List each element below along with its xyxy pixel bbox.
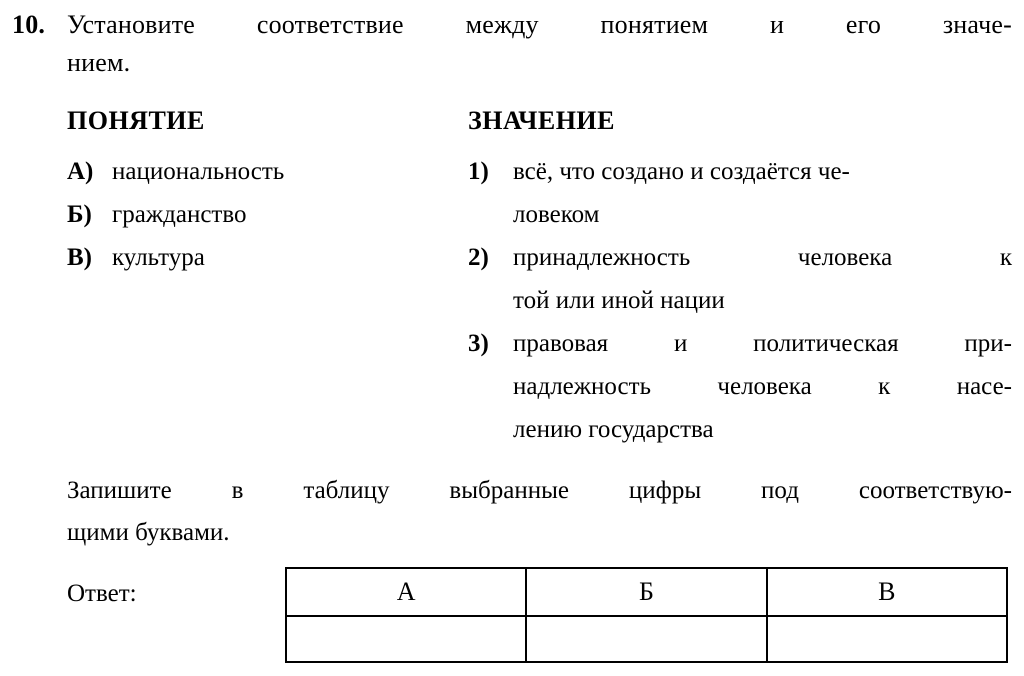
answer-header-b: Б <box>525 567 768 617</box>
meaning-item-1-text: всё, что создано и создаётся че- ловеком <box>513 150 1012 236</box>
meaning-item-1-line-2: ловеком <box>513 201 600 228</box>
answer-table-header-row: А Б В <box>284 567 1009 617</box>
concept-column-heading: ПОНЯТИЕ <box>67 106 205 135</box>
instruction-line-2: щими буквами. <box>67 519 230 546</box>
concept-item-b-marker: Б) <box>67 201 92 228</box>
answer-cell-a[interactable] <box>284 615 528 663</box>
answer-cell-v[interactable] <box>765 615 1009 663</box>
concept-item-v[interactable]: В) культура <box>67 236 468 279</box>
answer-header-a: А <box>284 567 528 617</box>
matching-columns: ПОНЯТИЕ А) национальность Б) гражданство… <box>67 104 1012 451</box>
meaning-item-2[interactable]: 2) принадлежность человека к той или ино… <box>468 236 1012 322</box>
question-stem-row: 10. Установите соответствие между поняти… <box>12 6 1012 82</box>
concept-item-v-marker: В) <box>67 244 92 271</box>
meaning-column-heading: ЗНАЧЕНИЕ <box>468 106 615 135</box>
concept-item-a[interactable]: А) национальность <box>67 150 468 193</box>
question-stem-text: Установите соответствие между понятием и… <box>67 6 1012 82</box>
concept-item-a-marker: А) <box>67 158 94 185</box>
meaning-item-3-text: правовая и политическая при- надлежность… <box>513 322 1012 451</box>
meaning-item-1-line-1: всё, что создано и создаётся че- <box>513 158 850 185</box>
question-number: 10. <box>12 10 46 39</box>
concept-item-a-text: национальность <box>112 158 285 185</box>
meaning-item-3-marker: 3) <box>468 330 489 357</box>
meaning-item-2-line-2: той или иной нации <box>513 287 725 314</box>
meaning-item-3-line-1: правовая и политическая при- <box>513 330 1012 357</box>
answer-table: А Б В <box>284 567 1009 663</box>
concept-item-b-text: гражданство <box>112 201 247 228</box>
concept-item-b[interactable]: Б) гражданство <box>67 193 468 236</box>
question-stem: 10. Установите соответствие между поняти… <box>12 6 1012 82</box>
answer-cell-b[interactable] <box>525 615 768 663</box>
meaning-item-3[interactable]: 3) правовая и политическая при- надлежно… <box>468 322 1012 451</box>
meaning-item-2-marker: 2) <box>468 244 489 271</box>
meaning-column: ЗНАЧЕНИЕ 1) всё, что создано и создаётся… <box>468 104 1012 451</box>
concept-column: ПОНЯТИЕ А) национальность Б) гражданство… <box>67 104 468 451</box>
meaning-item-2-text: принадлежность человека к той или иной н… <box>513 236 1012 322</box>
meaning-item-3-line-3: лению государства <box>513 416 714 443</box>
meaning-item-3-line-2: надлежность человека к насе- <box>513 373 1012 400</box>
answer-header-v: В <box>765 567 1009 617</box>
question-stem-line-2: нием. <box>67 48 131 77</box>
exercise-page: 10. Установите соответствие между поняти… <box>0 0 1024 676</box>
instruction-line-1: Запишите в таблицу выбранные цифры под с… <box>67 477 1012 504</box>
meaning-item-2-line-1: принадлежность человека к <box>513 244 1012 271</box>
answer-table-value-row <box>284 615 1009 663</box>
meaning-item-1[interactable]: 1) всё, что создано и создаётся че- лове… <box>468 150 1012 236</box>
instruction-paragraph: Запишите в таблицу выбранные цифры под с… <box>67 470 1012 554</box>
meaning-item-1-marker: 1) <box>468 158 489 185</box>
concept-item-v-text: культура <box>112 244 205 271</box>
answer-label: Ответ: <box>67 580 137 607</box>
question-stem-line-1: Установите соответствие между понятием и… <box>67 10 1012 39</box>
